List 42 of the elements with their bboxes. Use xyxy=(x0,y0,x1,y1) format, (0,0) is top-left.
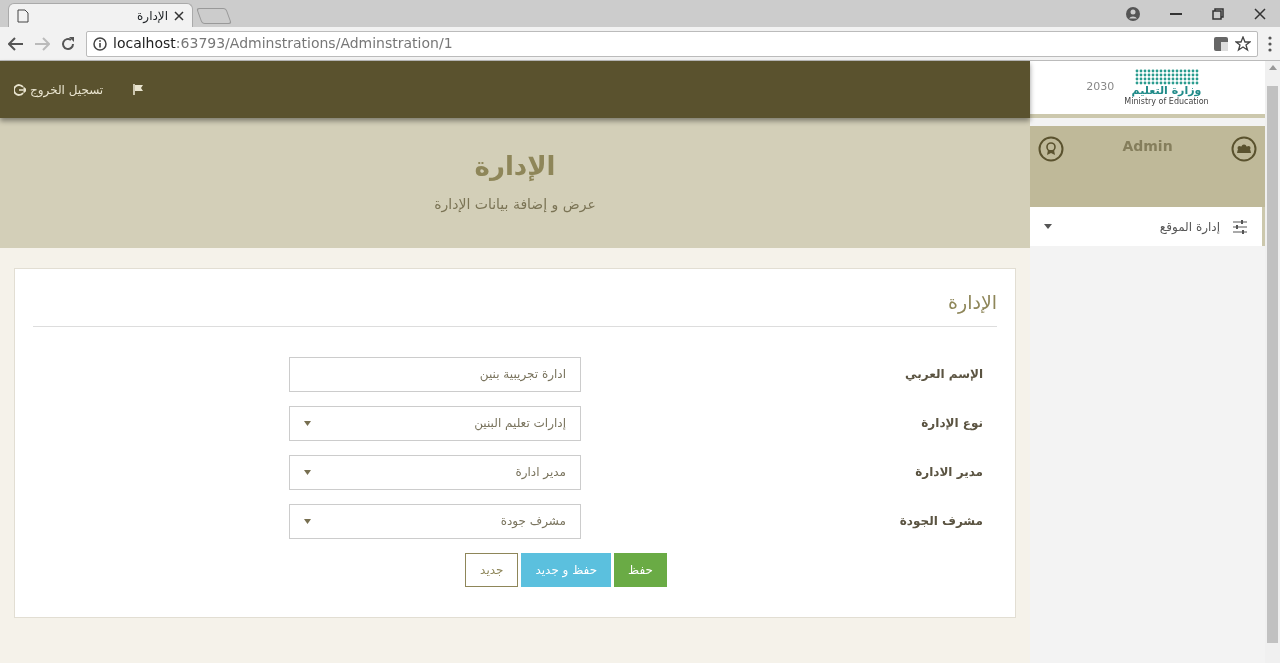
reload-icon[interactable] xyxy=(60,35,76,52)
page-subtitle: عرض و إضافة بيانات الإدارة xyxy=(434,195,596,215)
address-field[interactable]: localhost:63793/Adminstrations/Adminstration/1 xyxy=(86,30,1258,57)
minimize-icon[interactable] xyxy=(1170,12,1182,15)
select-field[interactable]: إدارات تعليم البنين xyxy=(289,405,581,441)
star-icon[interactable] xyxy=(1235,35,1251,52)
input-field[interactable]: ادارة تجريبية بنين xyxy=(289,356,581,392)
logo-subtitle: Ministry of Education xyxy=(1124,97,1209,106)
sliders-icon xyxy=(1232,219,1248,234)
caret-icon xyxy=(304,469,311,475)
form-button[interactable]: جديد xyxy=(465,552,519,587)
vision-text: 2030 xyxy=(1086,79,1115,96)
dots-emblem-icon xyxy=(1133,69,1200,86)
logo-text: وزارة التعليم xyxy=(1131,85,1202,98)
sidebar-menu-item[interactable]: إدارة الموقع xyxy=(1030,207,1265,246)
flag-icon[interactable] xyxy=(133,84,145,95)
logout-link[interactable]: تسجيل الخروج xyxy=(14,80,104,99)
badge-icon[interactable] xyxy=(1038,136,1064,162)
form-button[interactable]: حفظ xyxy=(614,552,667,587)
sign-out-icon xyxy=(14,83,26,96)
caret-icon xyxy=(304,518,311,524)
close-icon[interactable] xyxy=(174,10,184,21)
user-name: Admin xyxy=(1122,137,1173,156)
form-title: الإدارة xyxy=(33,269,997,327)
restore-icon[interactable] xyxy=(1212,7,1224,20)
page-icon xyxy=(17,8,29,23)
select-field[interactable]: مدير ادارة xyxy=(289,454,581,490)
caret-icon xyxy=(304,420,311,426)
info-icon xyxy=(93,36,107,51)
scrollbar-thumb[interactable] xyxy=(1267,86,1278,643)
field-label: مدير الادارة xyxy=(914,464,984,482)
field-label: نوع الإدارة xyxy=(920,415,984,433)
profile-icon[interactable] xyxy=(1126,6,1140,21)
field-label: مشرف الجودة xyxy=(898,513,984,531)
menu-icon[interactable] xyxy=(1268,35,1272,52)
page-title: الإدارة xyxy=(474,150,556,183)
close-icon[interactable] xyxy=(1254,7,1266,20)
url-text: localhost:63793/Adminstrations/Adminstration/1 xyxy=(113,34,453,53)
back-icon[interactable] xyxy=(8,36,24,51)
field-label: الإسم العربي xyxy=(904,366,984,384)
browser-tab[interactable]: الإدارة xyxy=(8,3,193,27)
select-field[interactable]: مشرف جودة xyxy=(289,503,581,539)
